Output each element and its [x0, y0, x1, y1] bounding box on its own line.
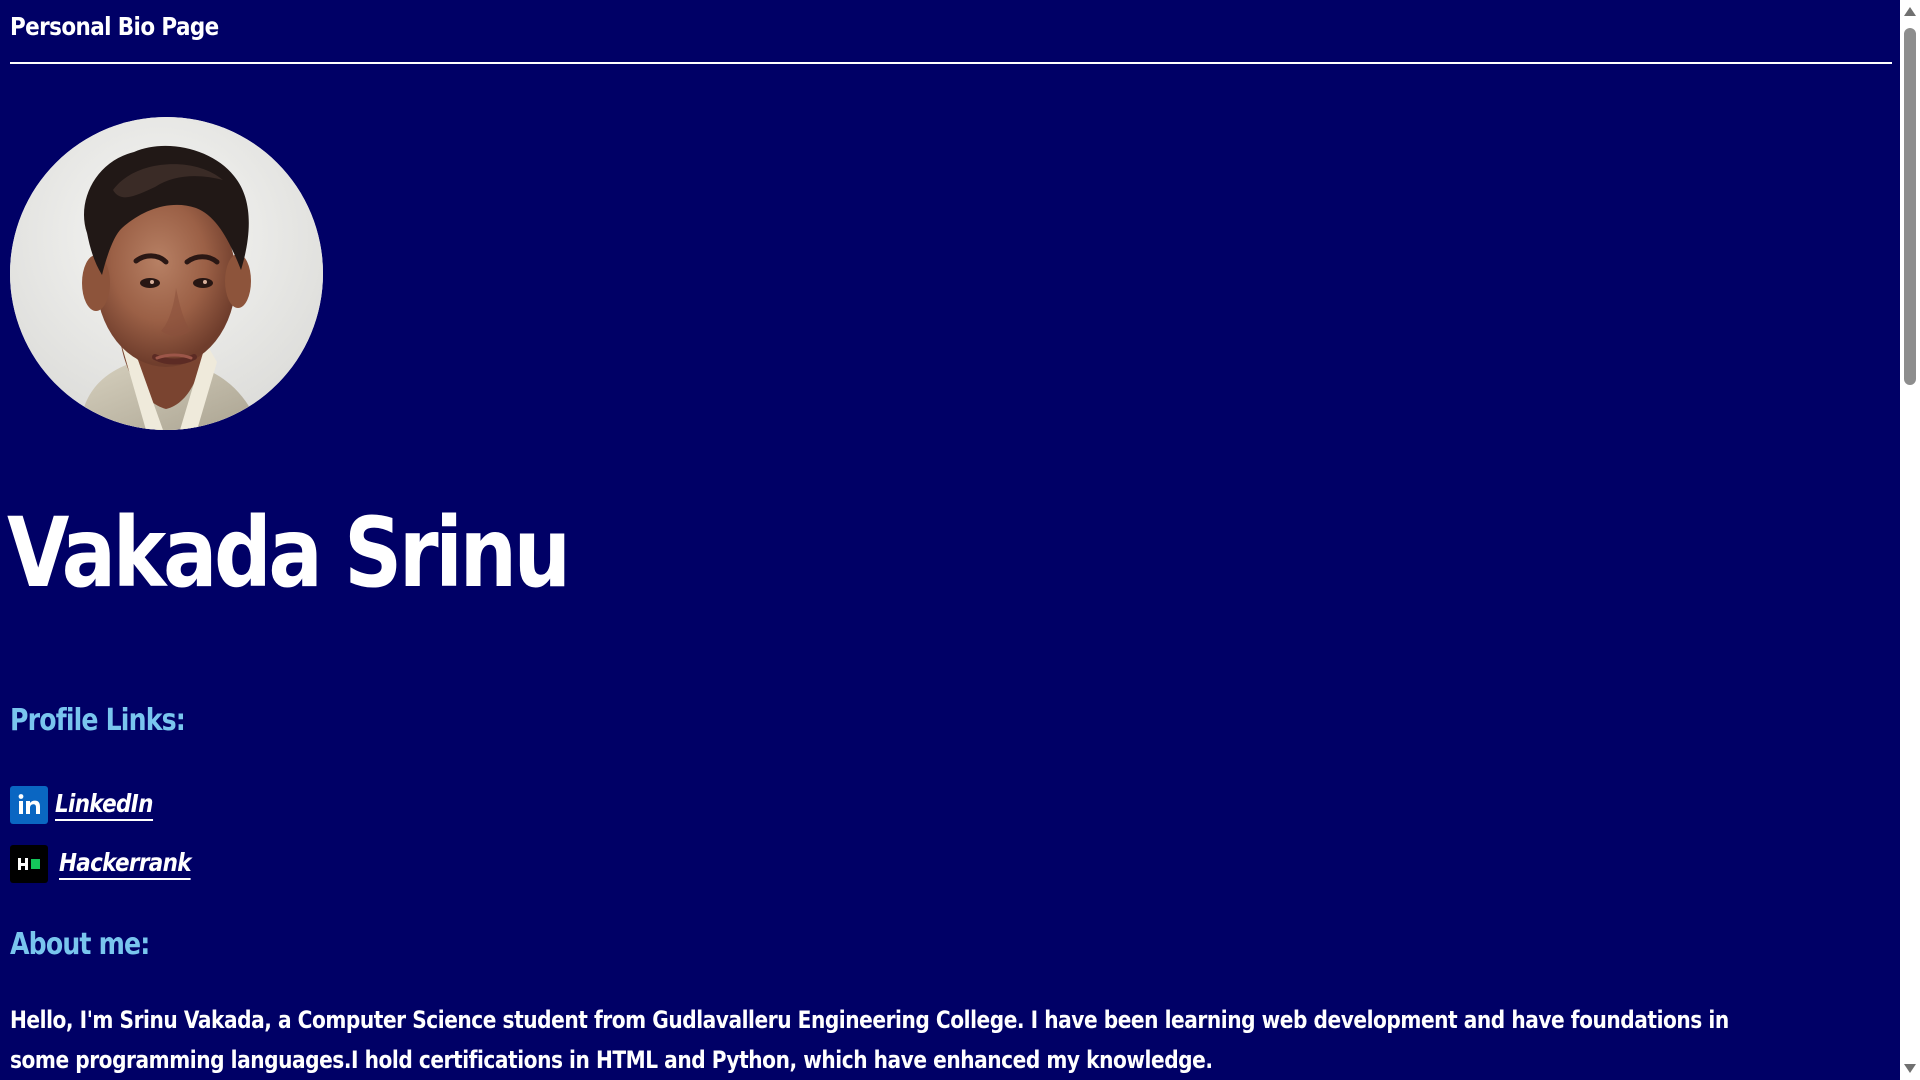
header-divider	[10, 62, 1892, 64]
page-title: Personal Bio Page	[10, 12, 219, 41]
hackerrank-link-row: Hackerrank	[10, 844, 212, 884]
site-header: Personal Bio Page	[10, 12, 1892, 41]
linkedin-link-row: LinkedIn	[10, 785, 169, 825]
linkedin-link[interactable]: LinkedIn	[55, 789, 153, 821]
hackerrank-icon[interactable]	[10, 845, 48, 883]
profile-photo	[10, 117, 323, 430]
profile-avatar	[10, 117, 323, 430]
about-heading: About me:	[10, 927, 150, 962]
person-name: Vakada Srinu	[7, 497, 571, 609]
scroll-down-icon[interactable]	[1904, 1064, 1916, 1073]
scrollbar-thumb[interactable]	[1904, 28, 1916, 385]
vertical-scrollbar[interactable]	[1900, 0, 1920, 1080]
scroll-up-icon[interactable]	[1904, 7, 1916, 16]
profile-links-heading: Profile Links:	[10, 703, 186, 738]
personal-bio-page: Personal Bio Page Vakada Srinu Profile L…	[0, 0, 1900, 1080]
hackerrank-link[interactable]: Hackerrank	[59, 848, 191, 880]
linkedin-icon[interactable]	[10, 786, 48, 824]
about-text: Hello, I'm Srinu Vakada, a Computer Scie…	[10, 1006, 1729, 1074]
